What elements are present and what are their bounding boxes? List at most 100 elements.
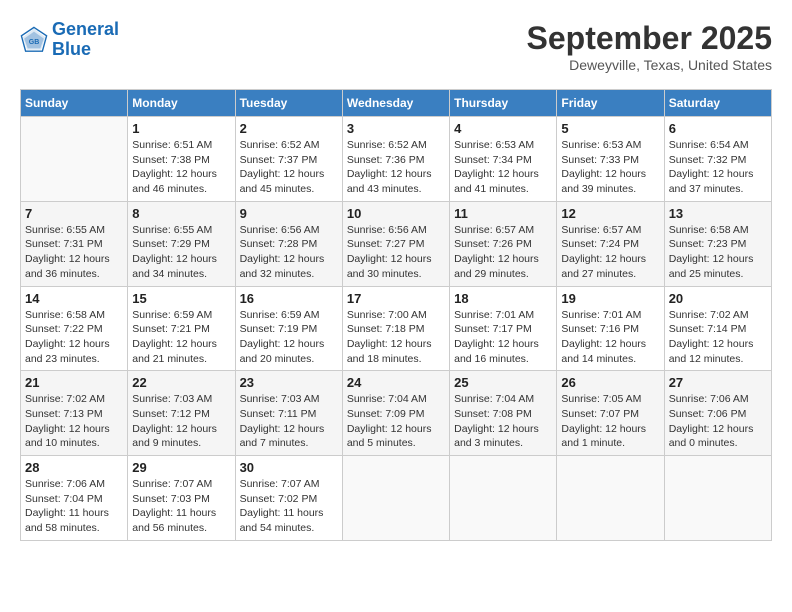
day-info: Sunrise: 7:03 AM Sunset: 7:12 PM Dayligh… [132, 392, 230, 451]
day-number: 2 [240, 121, 338, 136]
day-number: 10 [347, 206, 445, 221]
logo-icon: GB [20, 26, 48, 54]
week-row-2: 7Sunrise: 6:55 AM Sunset: 7:31 PM Daylig… [21, 201, 772, 286]
day-cell: 1Sunrise: 6:51 AM Sunset: 7:38 PM Daylig… [128, 117, 235, 202]
header-cell-thursday: Thursday [450, 90, 557, 117]
day-number: 22 [132, 375, 230, 390]
day-number: 15 [132, 291, 230, 306]
day-number: 5 [561, 121, 659, 136]
day-info: Sunrise: 7:07 AM Sunset: 7:02 PM Dayligh… [240, 477, 338, 536]
day-number: 14 [25, 291, 123, 306]
header-cell-saturday: Saturday [664, 90, 771, 117]
day-info: Sunrise: 7:06 AM Sunset: 7:04 PM Dayligh… [25, 477, 123, 536]
day-cell: 6Sunrise: 6:54 AM Sunset: 7:32 PM Daylig… [664, 117, 771, 202]
calendar-table: SundayMondayTuesdayWednesdayThursdayFrid… [20, 89, 772, 541]
header-cell-monday: Monday [128, 90, 235, 117]
day-cell: 14 Sunrise: 6:58 AM Sunset: 7:22 PM Dayli… [21, 286, 128, 371]
day-info: Sunrise: 7:00 AM Sunset: 7:18 PM Dayligh… [347, 308, 445, 367]
day-number: 4 [454, 121, 552, 136]
day-cell: 28 Sunrise: 7:06 AM Sunset: 7:04 PM Dayli… [21, 456, 128, 541]
day-info: Sunrise: 7:01 AM Sunset: 7:16 PM Dayligh… [561, 308, 659, 367]
day-cell: 15Sunrise: 6:59 AM Sunset: 7:21 PM Dayli… [128, 286, 235, 371]
day-cell [664, 456, 771, 541]
day-number: 3 [347, 121, 445, 136]
location: Deweyville, Texas, United States [527, 57, 772, 73]
day-info: Sunrise: 6:55 AM Sunset: 7:31 PM Dayligh… [25, 223, 123, 282]
title-block: September 2025 Deweyville, Texas, United… [527, 20, 772, 73]
day-cell: 16 Sunrise: 6:59 AM Sunset: 7:19 PM Dayli… [235, 286, 342, 371]
day-info: Sunrise: 7:04 AM Sunset: 7:09 PM Dayligh… [347, 392, 445, 451]
day-cell: 20 Sunrise: 7:02 AM Sunset: 7:14 PM Dayli… [664, 286, 771, 371]
calendar-body: 1Sunrise: 6:51 AM Sunset: 7:38 PM Daylig… [21, 117, 772, 541]
day-number: 29 [132, 460, 230, 475]
day-cell: 26 Sunrise: 7:05 AM Sunset: 7:07 PM Dayli… [557, 371, 664, 456]
day-number: 6 [669, 121, 767, 136]
week-row-5: 28 Sunrise: 7:06 AM Sunset: 7:04 PM Dayli… [21, 456, 772, 541]
day-cell: 19Sunrise: 7:01 AM Sunset: 7:16 PM Dayli… [557, 286, 664, 371]
day-number: 16 [240, 291, 338, 306]
day-cell: 5 Sunrise: 6:53 AM Sunset: 7:33 PM Daylig… [557, 117, 664, 202]
day-number: 9 [240, 206, 338, 221]
day-cell: 11 Sunrise: 6:57 AM Sunset: 7:26 PM Dayli… [450, 201, 557, 286]
day-info: Sunrise: 6:55 AM Sunset: 7:29 PM Dayligh… [132, 223, 230, 282]
day-info: Sunrise: 7:05 AM Sunset: 7:07 PM Dayligh… [561, 392, 659, 451]
page-header: GB General Blue September 2025 Deweyvill… [20, 20, 772, 73]
day-cell: 7Sunrise: 6:55 AM Sunset: 7:31 PM Daylig… [21, 201, 128, 286]
day-number: 24 [347, 375, 445, 390]
day-number: 26 [561, 375, 659, 390]
day-cell: 17 Sunrise: 7:00 AM Sunset: 7:18 PM Dayli… [342, 286, 449, 371]
day-cell: 30 Sunrise: 7:07 AM Sunset: 7:02 PM Dayli… [235, 456, 342, 541]
day-info: Sunrise: 6:52 AM Sunset: 7:37 PM Dayligh… [240, 138, 338, 197]
day-info: Sunrise: 6:51 AM Sunset: 7:38 PM Dayligh… [132, 138, 230, 197]
week-row-3: 14 Sunrise: 6:58 AM Sunset: 7:22 PM Dayli… [21, 286, 772, 371]
day-number: 21 [25, 375, 123, 390]
day-number: 11 [454, 206, 552, 221]
day-info: Sunrise: 7:04 AM Sunset: 7:08 PM Dayligh… [454, 392, 552, 451]
day-cell: 21 Sunrise: 7:02 AM Sunset: 7:13 PM Dayli… [21, 371, 128, 456]
day-cell: 24 Sunrise: 7:04 AM Sunset: 7:09 PM Dayli… [342, 371, 449, 456]
calendar-header: SundayMondayTuesdayWednesdayThursdayFrid… [21, 90, 772, 117]
day-number: 17 [347, 291, 445, 306]
day-cell: 9 Sunrise: 6:56 AM Sunset: 7:28 PM Daylig… [235, 201, 342, 286]
day-cell: 4Sunrise: 6:53 AM Sunset: 7:34 PM Daylig… [450, 117, 557, 202]
day-number: 13 [669, 206, 767, 221]
day-cell [450, 456, 557, 541]
day-info: Sunrise: 6:59 AM Sunset: 7:19 PM Dayligh… [240, 308, 338, 367]
week-row-1: 1Sunrise: 6:51 AM Sunset: 7:38 PM Daylig… [21, 117, 772, 202]
day-number: 18 [454, 291, 552, 306]
day-number: 30 [240, 460, 338, 475]
day-info: Sunrise: 7:02 AM Sunset: 7:13 PM Dayligh… [25, 392, 123, 451]
day-info: Sunrise: 6:58 AM Sunset: 7:23 PM Dayligh… [669, 223, 767, 282]
day-cell: 18Sunrise: 7:01 AM Sunset: 7:17 PM Dayli… [450, 286, 557, 371]
header-cell-tuesday: Tuesday [235, 90, 342, 117]
day-number: 12 [561, 206, 659, 221]
month-title: September 2025 [527, 20, 772, 57]
day-cell: 13 Sunrise: 6:58 AM Sunset: 7:23 PM Dayli… [664, 201, 771, 286]
header-cell-wednesday: Wednesday [342, 90, 449, 117]
day-number: 27 [669, 375, 767, 390]
day-info: Sunrise: 6:53 AM Sunset: 7:33 PM Dayligh… [561, 138, 659, 197]
day-info: Sunrise: 7:02 AM Sunset: 7:14 PM Dayligh… [669, 308, 767, 367]
day-info: Sunrise: 6:58 AM Sunset: 7:22 PM Dayligh… [25, 308, 123, 367]
day-cell: 8Sunrise: 6:55 AM Sunset: 7:29 PM Daylig… [128, 201, 235, 286]
day-cell: 27 Sunrise: 7:06 AM Sunset: 7:06 PM Dayli… [664, 371, 771, 456]
day-number: 28 [25, 460, 123, 475]
day-cell: 23Sunrise: 7:03 AM Sunset: 7:11 PM Dayli… [235, 371, 342, 456]
day-cell: 10 Sunrise: 6:56 AM Sunset: 7:27 PM Dayli… [342, 201, 449, 286]
day-cell: 22 Sunrise: 7:03 AM Sunset: 7:12 PM Dayli… [128, 371, 235, 456]
day-info: Sunrise: 6:56 AM Sunset: 7:28 PM Dayligh… [240, 223, 338, 282]
day-number: 23 [240, 375, 338, 390]
day-info: Sunrise: 6:56 AM Sunset: 7:27 PM Dayligh… [347, 223, 445, 282]
day-info: Sunrise: 6:57 AM Sunset: 7:24 PM Dayligh… [561, 223, 659, 282]
logo-line1: General [52, 19, 119, 39]
day-info: Sunrise: 7:06 AM Sunset: 7:06 PM Dayligh… [669, 392, 767, 451]
day-number: 20 [669, 291, 767, 306]
header-row: SundayMondayTuesdayWednesdayThursdayFrid… [21, 90, 772, 117]
logo-text: General Blue [52, 20, 119, 60]
logo-line2: Blue [52, 39, 91, 59]
day-cell [557, 456, 664, 541]
day-info: Sunrise: 6:57 AM Sunset: 7:26 PM Dayligh… [454, 223, 552, 282]
day-cell: 2 Sunrise: 6:52 AM Sunset: 7:37 PM Daylig… [235, 117, 342, 202]
day-number: 25 [454, 375, 552, 390]
logo: GB General Blue [20, 20, 119, 60]
